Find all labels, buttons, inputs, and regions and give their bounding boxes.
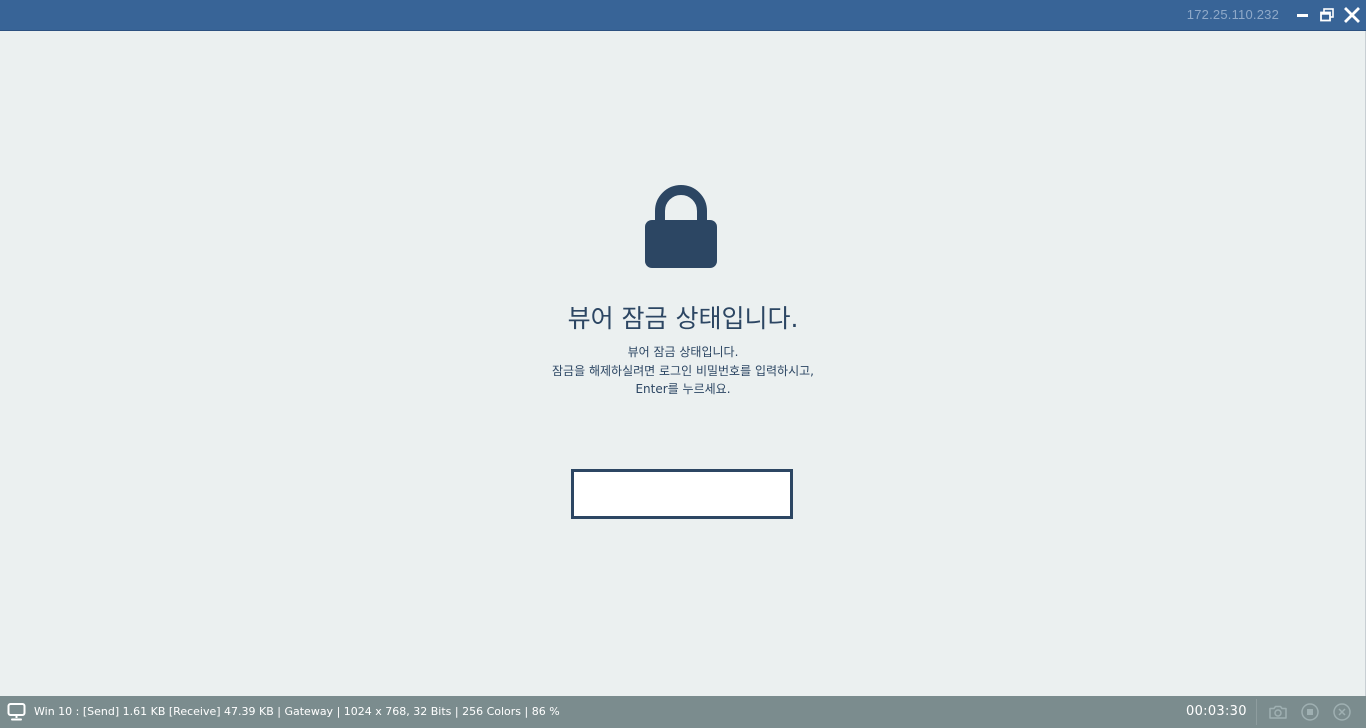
- status-divider: [1256, 699, 1257, 725]
- restore-icon[interactable]: [1318, 6, 1336, 24]
- remote-ip-address: 172.25.110.232: [1186, 7, 1279, 22]
- session-timer: 00:03:30: [1186, 704, 1247, 719]
- lock-message-line: 뷰어 잠금 상태입니다.: [627, 345, 739, 359]
- disconnect-icon[interactable]: [1332, 702, 1352, 722]
- lock-title: 뷰어 잠금 상태입니다.: [567, 304, 799, 333]
- lock-message-line: Enter를 누르세요.: [635, 382, 731, 396]
- lock-message-line: 잠금을 해제하실려면 로그인 비밀번호를 입력하시고,: [552, 363, 814, 378]
- minimize-icon[interactable]: [1294, 6, 1312, 24]
- lock-message: 뷰어 잠금 상태입니다. 잠금을 해제하실려면 로그인 비밀번호를 입력하시고,…: [0, 343, 1366, 399]
- monitor-icon: [7, 702, 26, 722]
- record-icon[interactable]: [1300, 702, 1320, 722]
- camera-icon[interactable]: [1268, 702, 1288, 722]
- connection-info: Win 10 : [Send] 1.61 KB [Receive] 47.39 …: [34, 705, 560, 718]
- status-bar: Win 10 : [Send] 1.61 KB [Receive] 47.39 …: [0, 696, 1366, 728]
- title-bar: 172.25.110.232: [0, 0, 1366, 31]
- lock-icon: [644, 185, 718, 269]
- password-input[interactable]: [571, 469, 793, 519]
- close-icon[interactable]: [1343, 6, 1361, 24]
